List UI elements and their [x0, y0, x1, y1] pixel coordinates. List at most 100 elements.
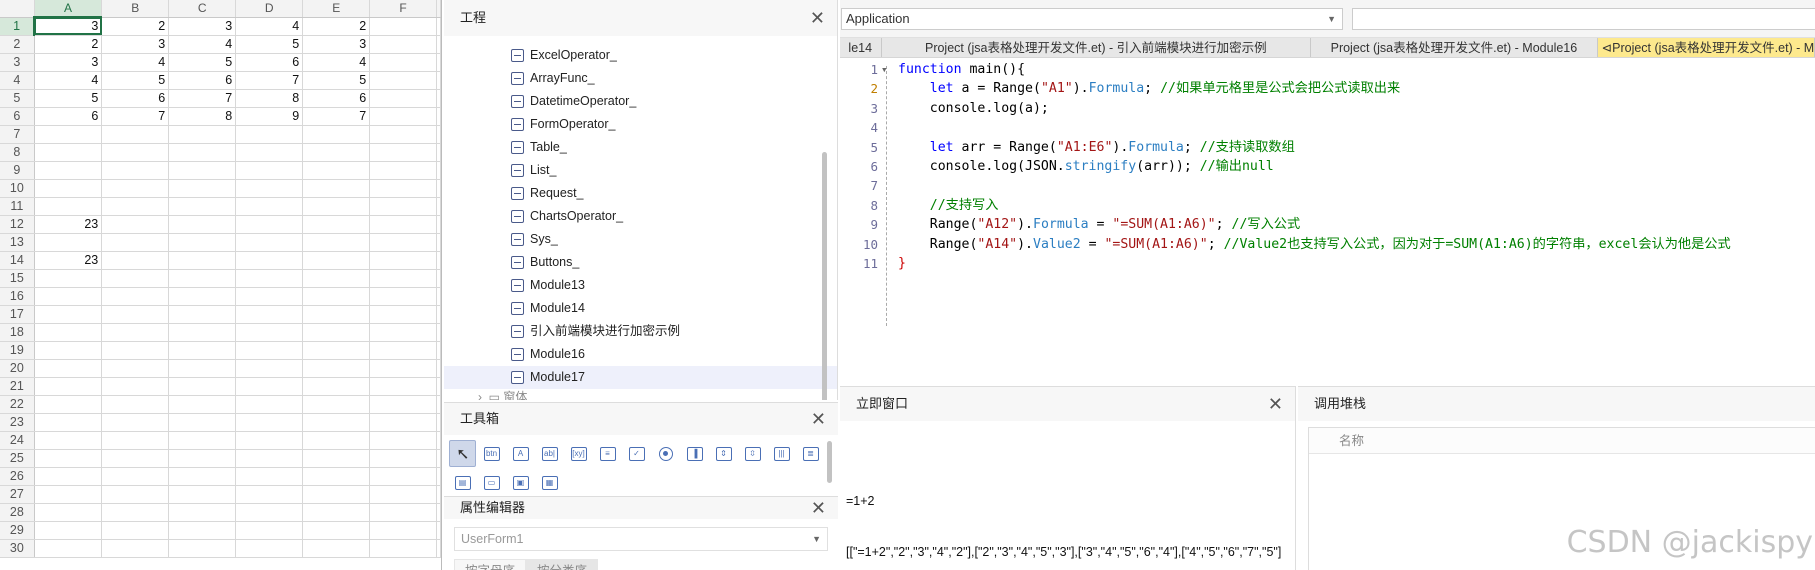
cell[interactable] — [101, 251, 170, 270]
cell[interactable]: 23 — [34, 251, 103, 270]
row-header[interactable]: 28 — [0, 503, 35, 522]
listbox-tool-icon[interactable]: ≡ — [594, 440, 621, 467]
cell[interactable] — [235, 323, 304, 342]
cell[interactable]: 5 — [34, 89, 103, 108]
tree-item[interactable]: DatetimeOperator_ — [444, 90, 837, 113]
row-header[interactable]: 3 — [0, 53, 35, 72]
cell[interactable] — [235, 179, 304, 198]
row-header[interactable]: 16 — [0, 287, 35, 306]
cell[interactable] — [369, 71, 437, 90]
pointer-tool-icon[interactable]: ➚ — [449, 440, 476, 467]
cell[interactable] — [436, 521, 441, 540]
cell[interactable] — [101, 143, 170, 162]
close-icon[interactable]: ✕ — [811, 403, 826, 435]
expand-arrow-icon[interactable]: › — [478, 390, 482, 400]
tree-item[interactable]: Module13 — [444, 274, 837, 297]
object-dropdown[interactable]: Application ▼ — [841, 8, 1343, 30]
cell[interactable] — [168, 431, 237, 450]
tab-module17[interactable]: ⊲Project (jsa表格处理开发文件.et) - Module17 — [1597, 38, 1815, 57]
cell[interactable] — [235, 287, 304, 306]
cell[interactable] — [302, 251, 371, 270]
row-header[interactable]: 15 — [0, 269, 35, 288]
checkbox-tool-icon[interactable]: ✓ — [623, 440, 650, 467]
cell[interactable] — [369, 521, 437, 540]
cell[interactable] — [369, 377, 437, 396]
cell[interactable] — [34, 485, 103, 504]
cell[interactable] — [168, 287, 237, 306]
cell[interactable] — [101, 449, 170, 468]
cell[interactable]: 7 — [302, 107, 371, 126]
project-scrollbar[interactable] — [822, 152, 827, 400]
cell[interactable] — [436, 71, 441, 90]
cell[interactable] — [101, 125, 170, 144]
row-header[interactable]: 4 — [0, 71, 35, 90]
cell[interactable] — [168, 467, 237, 486]
row-header[interactable]: 23 — [0, 413, 35, 432]
cell[interactable] — [302, 449, 371, 468]
cell[interactable] — [168, 539, 237, 558]
cell[interactable] — [34, 305, 103, 324]
cell[interactable]: 5 — [235, 35, 304, 54]
close-icon[interactable]: ✕ — [1268, 387, 1283, 421]
row-header[interactable]: 24 — [0, 431, 35, 450]
cell[interactable] — [101, 359, 170, 378]
cell[interactable] — [34, 521, 103, 540]
cell[interactable] — [34, 197, 103, 216]
spinbutton-tool-icon[interactable]: ⇕ — [710, 440, 737, 467]
cell[interactable] — [235, 233, 304, 252]
cell[interactable] — [436, 143, 441, 162]
tree-item[interactable]: Module17 — [444, 366, 837, 389]
cell[interactable]: 4 — [235, 17, 304, 36]
cell[interactable] — [235, 377, 304, 396]
cell[interactable] — [302, 539, 371, 558]
cell[interactable] — [101, 197, 170, 216]
cell[interactable] — [302, 305, 371, 324]
row-header[interactable]: 8 — [0, 143, 35, 162]
button-tool-icon[interactable]: btn — [478, 440, 505, 467]
cell[interactable] — [168, 215, 237, 234]
cell[interactable] — [34, 395, 103, 414]
cell[interactable] — [302, 467, 371, 486]
tree-item[interactable]: Request_ — [444, 182, 837, 205]
code-line[interactable]: 10 Range("A14").Value2 = "=SUM(A1:A6)"; … — [840, 235, 1815, 254]
spreadsheet-grid[interactable]: ABCDEF1323422234533345644456755567866678… — [0, 0, 442, 570]
cell[interactable] — [168, 449, 237, 468]
cell[interactable] — [302, 359, 371, 378]
cell[interactable] — [436, 215, 441, 234]
cell[interactable] — [369, 287, 437, 306]
row-header[interactable]: 13 — [0, 233, 35, 252]
cell[interactable] — [369, 467, 437, 486]
cell[interactable] — [235, 305, 304, 324]
cell[interactable] — [436, 341, 441, 360]
row-header[interactable]: 18 — [0, 323, 35, 342]
column-header[interactable]: E — [302, 0, 371, 18]
cell[interactable] — [235, 485, 304, 504]
cell[interactable] — [369, 35, 437, 54]
cell[interactable] — [101, 269, 170, 288]
cell[interactable] — [436, 35, 441, 54]
cell[interactable] — [101, 539, 170, 558]
cell[interactable] — [235, 521, 304, 540]
cell[interactable] — [235, 215, 304, 234]
tree-item[interactable]: ArrayFunc_ — [444, 67, 837, 90]
cell[interactable] — [436, 287, 441, 306]
column-header[interactable]: B — [101, 0, 170, 18]
cell[interactable] — [34, 323, 103, 342]
cell[interactable] — [235, 341, 304, 360]
cell[interactable] — [101, 485, 170, 504]
cell[interactable] — [369, 269, 437, 288]
cell[interactable]: 9 — [235, 107, 304, 126]
row-header[interactable]: 29 — [0, 521, 35, 540]
cell[interactable] — [101, 305, 170, 324]
cell[interactable]: 2 — [302, 17, 371, 36]
cell[interactable]: 3 — [101, 35, 170, 54]
cell[interactable] — [235, 359, 304, 378]
cell[interactable] — [369, 359, 437, 378]
row-header[interactable]: 25 — [0, 449, 35, 468]
project-tree[interactable]: ExcelOperator_ ArrayFunc_ DatetimeOperator… — [444, 36, 837, 400]
cell[interactable] — [369, 107, 437, 126]
cell[interactable] — [101, 377, 170, 396]
cell[interactable] — [168, 251, 237, 270]
tab-module16[interactable]: Project (jsa表格处理开发文件.et) - Module16 — [1311, 38, 1598, 57]
column-header-name[interactable]: 名称 — [1309, 428, 1815, 454]
